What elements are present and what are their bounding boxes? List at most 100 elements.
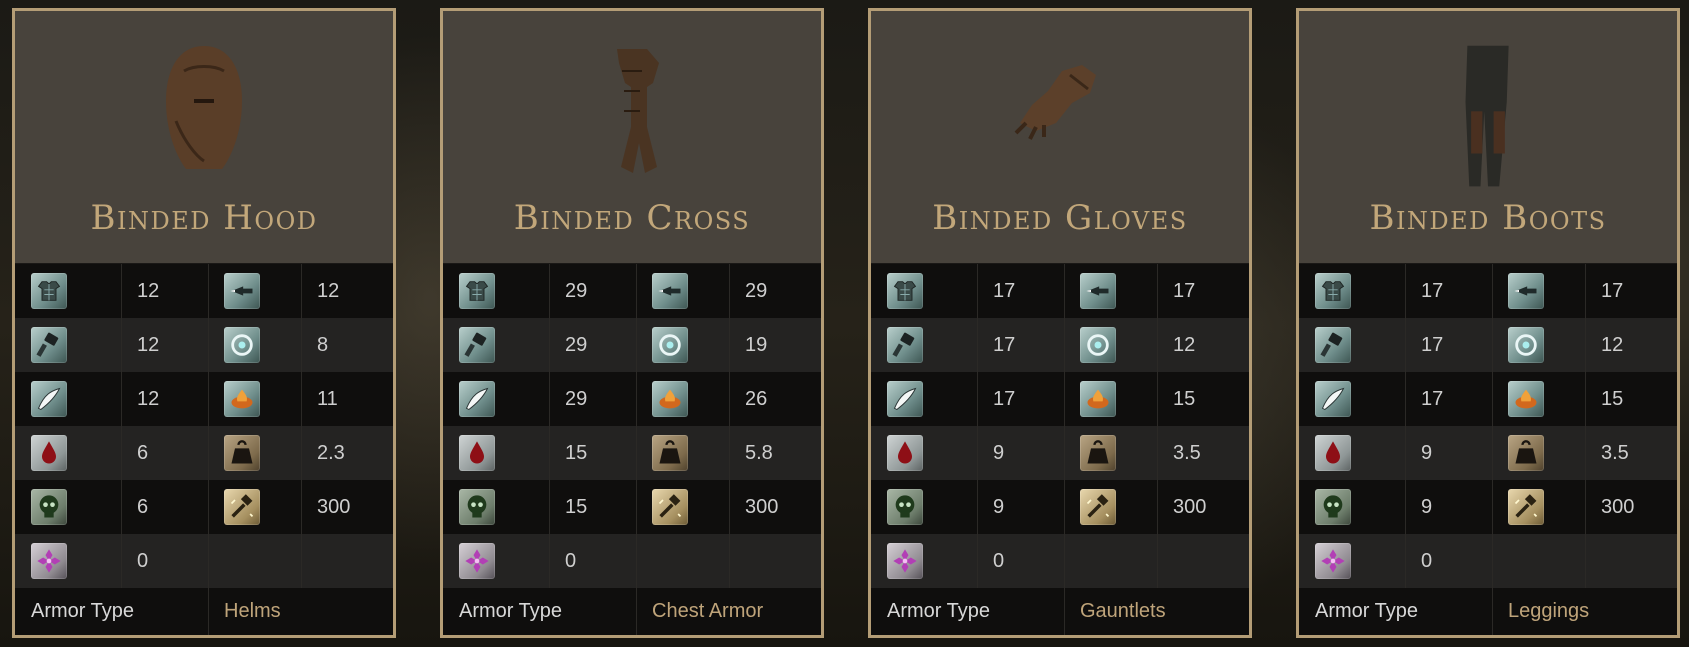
durability-hammer-icon	[224, 489, 260, 525]
stat-row: 17 12	[1299, 318, 1677, 372]
strike-value: 17	[1421, 333, 1444, 356]
armor-type-label: Armor Type	[1299, 588, 1493, 635]
slash-value: 17	[993, 387, 1016, 410]
armor-type-row: Armor Type Leggings	[1299, 588, 1677, 635]
strike-hammer-icon	[1315, 327, 1351, 363]
frost-cross-icon	[31, 543, 67, 579]
durability-value: 300	[1173, 495, 1207, 518]
chest-armor-icon	[459, 273, 495, 309]
card-title: Binded Cross	[513, 198, 751, 238]
fire-icon	[1508, 381, 1544, 417]
leggings-icon	[1448, 41, 1528, 191]
durability-value: 300	[1601, 495, 1635, 518]
bleed-value: 9	[1421, 441, 1433, 464]
fire-icon	[1080, 381, 1116, 417]
weight-value: 3.5	[1601, 441, 1629, 464]
pierce-arrow-icon	[224, 273, 260, 309]
blade-slash-icon	[459, 381, 495, 417]
pierce-arrow-icon	[1508, 273, 1544, 309]
armor-type-value: Leggings	[1508, 600, 1590, 622]
fire-icon	[224, 381, 260, 417]
fire-value: 26	[745, 387, 768, 410]
card-title: Binded Gloves	[932, 198, 1188, 238]
blade-slash-icon	[31, 381, 67, 417]
magic-value: 12	[1601, 333, 1624, 356]
stat-row: 12 8	[15, 318, 393, 372]
durability-value: 300	[317, 495, 351, 518]
gloves-icon	[1000, 41, 1120, 161]
pierce-value: 17	[1173, 279, 1196, 302]
blade-slash-icon	[887, 381, 923, 417]
strike-value: 17	[993, 333, 1016, 356]
physical-value: 17	[993, 279, 1016, 302]
stat-row: 9 3.5	[1299, 426, 1677, 480]
strike-hammer-icon	[459, 327, 495, 363]
stat-row: 29 19	[443, 318, 821, 372]
durability-value: 300	[745, 495, 779, 518]
stat-row: 9 3.5	[871, 426, 1249, 480]
weight-value: 3.5	[1173, 441, 1201, 464]
armor-type-row: Armor Type Chest Armor	[443, 588, 821, 635]
magic-swirl-icon	[1508, 327, 1544, 363]
weight-icon	[1080, 435, 1116, 471]
weight-value: 5.8	[745, 441, 773, 464]
armor-card: Binded Gloves 17 17 17 12 17 15 9 3.5 9 …	[868, 8, 1252, 638]
physical-value: 29	[565, 279, 588, 302]
physical-value: 17	[1421, 279, 1444, 302]
fire-value: 15	[1173, 387, 1196, 410]
strike-hammer-icon	[887, 327, 923, 363]
stat-row: 17 17	[1299, 264, 1677, 318]
armor-type-row: Armor Type Helms	[15, 588, 393, 635]
stat-row: 9 300	[871, 480, 1249, 534]
hood-icon	[154, 41, 254, 181]
armor-type-value: Chest Armor	[652, 600, 764, 622]
stats-table: 17 17 17 12 17 15 9 3.5 9 300 0 Armor Ty…	[1299, 264, 1677, 635]
slash-value: 17	[1421, 387, 1444, 410]
pierce-value: 17	[1601, 279, 1624, 302]
card-header: Binded Cross	[443, 11, 821, 264]
stat-row: 29 29	[443, 264, 821, 318]
frost-value: 0	[137, 549, 149, 572]
card-header: Binded Gloves	[871, 11, 1249, 264]
fire-value: 11	[317, 387, 338, 410]
poison-value: 9	[1421, 495, 1433, 518]
blade-slash-icon	[1315, 381, 1351, 417]
stat-row: 17 15	[871, 372, 1249, 426]
stat-row: 0	[15, 534, 393, 588]
chest-armor-image-icon	[582, 41, 682, 181]
stat-row: 15 5.8	[443, 426, 821, 480]
blood-drop-icon	[459, 435, 495, 471]
stat-row: 29 26	[443, 372, 821, 426]
stat-row: 17 17	[871, 264, 1249, 318]
armor-type-value: Helms	[224, 600, 281, 622]
physical-value: 12	[137, 279, 160, 302]
stats-table: 29 29 29 19 29 26 15 5.8 15 300 0 Armor …	[443, 264, 821, 635]
strike-value: 12	[137, 333, 160, 356]
bleed-value: 15	[565, 441, 588, 464]
fire-value: 15	[1601, 387, 1624, 410]
stat-row: 6 2.3	[15, 426, 393, 480]
frost-cross-icon	[459, 543, 495, 579]
blood-drop-icon	[31, 435, 67, 471]
weight-icon	[652, 435, 688, 471]
stat-row: 9 300	[1299, 480, 1677, 534]
frost-cross-icon	[1315, 543, 1351, 579]
card-header: Binded Boots	[1299, 11, 1677, 264]
durability-hammer-icon	[1080, 489, 1116, 525]
stat-row: 15 300	[443, 480, 821, 534]
armor-card: Binded Hood 12 12 12 8 12 11 6 2.3 6 300…	[12, 8, 396, 638]
poison-skull-icon	[1315, 489, 1351, 525]
pierce-value: 12	[317, 279, 340, 302]
armor-type-value: Gauntlets	[1080, 600, 1166, 622]
slash-value: 29	[565, 387, 588, 410]
durability-hammer-icon	[1508, 489, 1544, 525]
pierce-arrow-icon	[652, 273, 688, 309]
poison-value: 15	[565, 495, 588, 518]
frost-cross-icon	[887, 543, 923, 579]
blood-drop-icon	[1315, 435, 1351, 471]
weight-icon	[224, 435, 260, 471]
frost-value: 0	[993, 549, 1005, 572]
weight-icon	[1508, 435, 1544, 471]
armor-type-row: Armor Type Gauntlets	[871, 588, 1249, 635]
magic-value: 8	[317, 333, 329, 356]
